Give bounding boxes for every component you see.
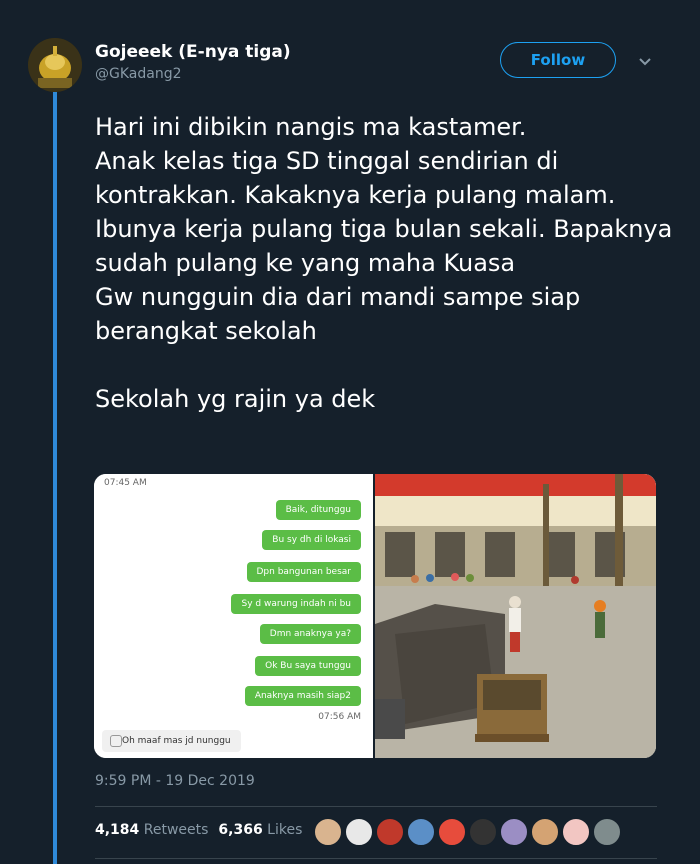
chat-time-bottom: 07:56 AM bbox=[318, 712, 361, 722]
liker-avatar[interactable] bbox=[500, 818, 528, 846]
liker-avatar[interactable] bbox=[562, 818, 590, 846]
chat-bubble: Baik, ditunggu bbox=[275, 500, 361, 520]
liker-avatar[interactable] bbox=[531, 818, 559, 846]
liker-avatar[interactable] bbox=[314, 818, 342, 846]
retweets-count: 4,184 bbox=[95, 822, 140, 838]
tweet-media[interactable]: 07:45 AM Baik, ditunggu Bu sy dh di loka… bbox=[94, 474, 656, 758]
divider bbox=[95, 806, 657, 807]
display-name[interactable]: Gojeeek (E-nya tiga) bbox=[95, 42, 291, 62]
chat-bubble: Anaknya masih siap2 bbox=[244, 686, 361, 706]
retweets-stat[interactable]: 4,184 Retweets bbox=[95, 822, 208, 838]
liker-avatar[interactable] bbox=[469, 818, 497, 846]
likes-stat[interactable]: 6,366 Likes bbox=[218, 822, 302, 838]
chat-bubble: Bu sy dh di lokasi bbox=[262, 530, 361, 550]
user-handle[interactable]: @GKadang2 bbox=[95, 66, 182, 82]
liker-avatar[interactable] bbox=[438, 818, 466, 846]
follow-button[interactable]: Follow bbox=[500, 42, 616, 78]
chat-bubble: Dmn anaknya ya? bbox=[259, 624, 361, 644]
liker-avatar[interactable] bbox=[345, 818, 373, 846]
likes-label: Likes bbox=[267, 822, 303, 838]
chat-bubble: Dpn bangunan besar bbox=[246, 562, 361, 582]
liker-avatars bbox=[314, 818, 621, 846]
engagement-stats: 4,184 Retweets 6,366 Likes bbox=[95, 822, 302, 838]
school-photo bbox=[375, 474, 656, 758]
chat-time-top: 07:45 AM bbox=[104, 478, 147, 488]
tweet-text: Hari ini dibikin nangis ma kastamer. Ana… bbox=[95, 113, 673, 413]
divider bbox=[95, 858, 657, 859]
liker-avatar[interactable] bbox=[407, 818, 435, 846]
chevron-down-icon[interactable] bbox=[636, 52, 654, 70]
tweet-timestamp[interactable]: 9:59 PM - 19 Dec 2019 bbox=[95, 773, 255, 789]
avatar-image bbox=[28, 38, 82, 92]
thread-line bbox=[53, 88, 57, 864]
chat-bubble: Sy d warung indah ni bu bbox=[231, 594, 361, 614]
chat-reply-text: Oh maaf mas jd nunggu bbox=[122, 736, 231, 746]
reply-icon bbox=[110, 735, 122, 747]
retweets-label: Retweets bbox=[143, 822, 209, 838]
chat-reply-bubble: Oh maaf mas jd nunggu bbox=[102, 730, 241, 752]
chat-bubble: Ok Bu saya tunggu bbox=[255, 656, 361, 676]
liker-avatar[interactable] bbox=[593, 818, 621, 846]
likes-count: 6,366 bbox=[218, 822, 263, 838]
chat-screenshot: 07:45 AM Baik, ditunggu Bu sy dh di loka… bbox=[94, 474, 375, 758]
liker-avatar[interactable] bbox=[376, 818, 404, 846]
avatar[interactable] bbox=[28, 38, 82, 92]
